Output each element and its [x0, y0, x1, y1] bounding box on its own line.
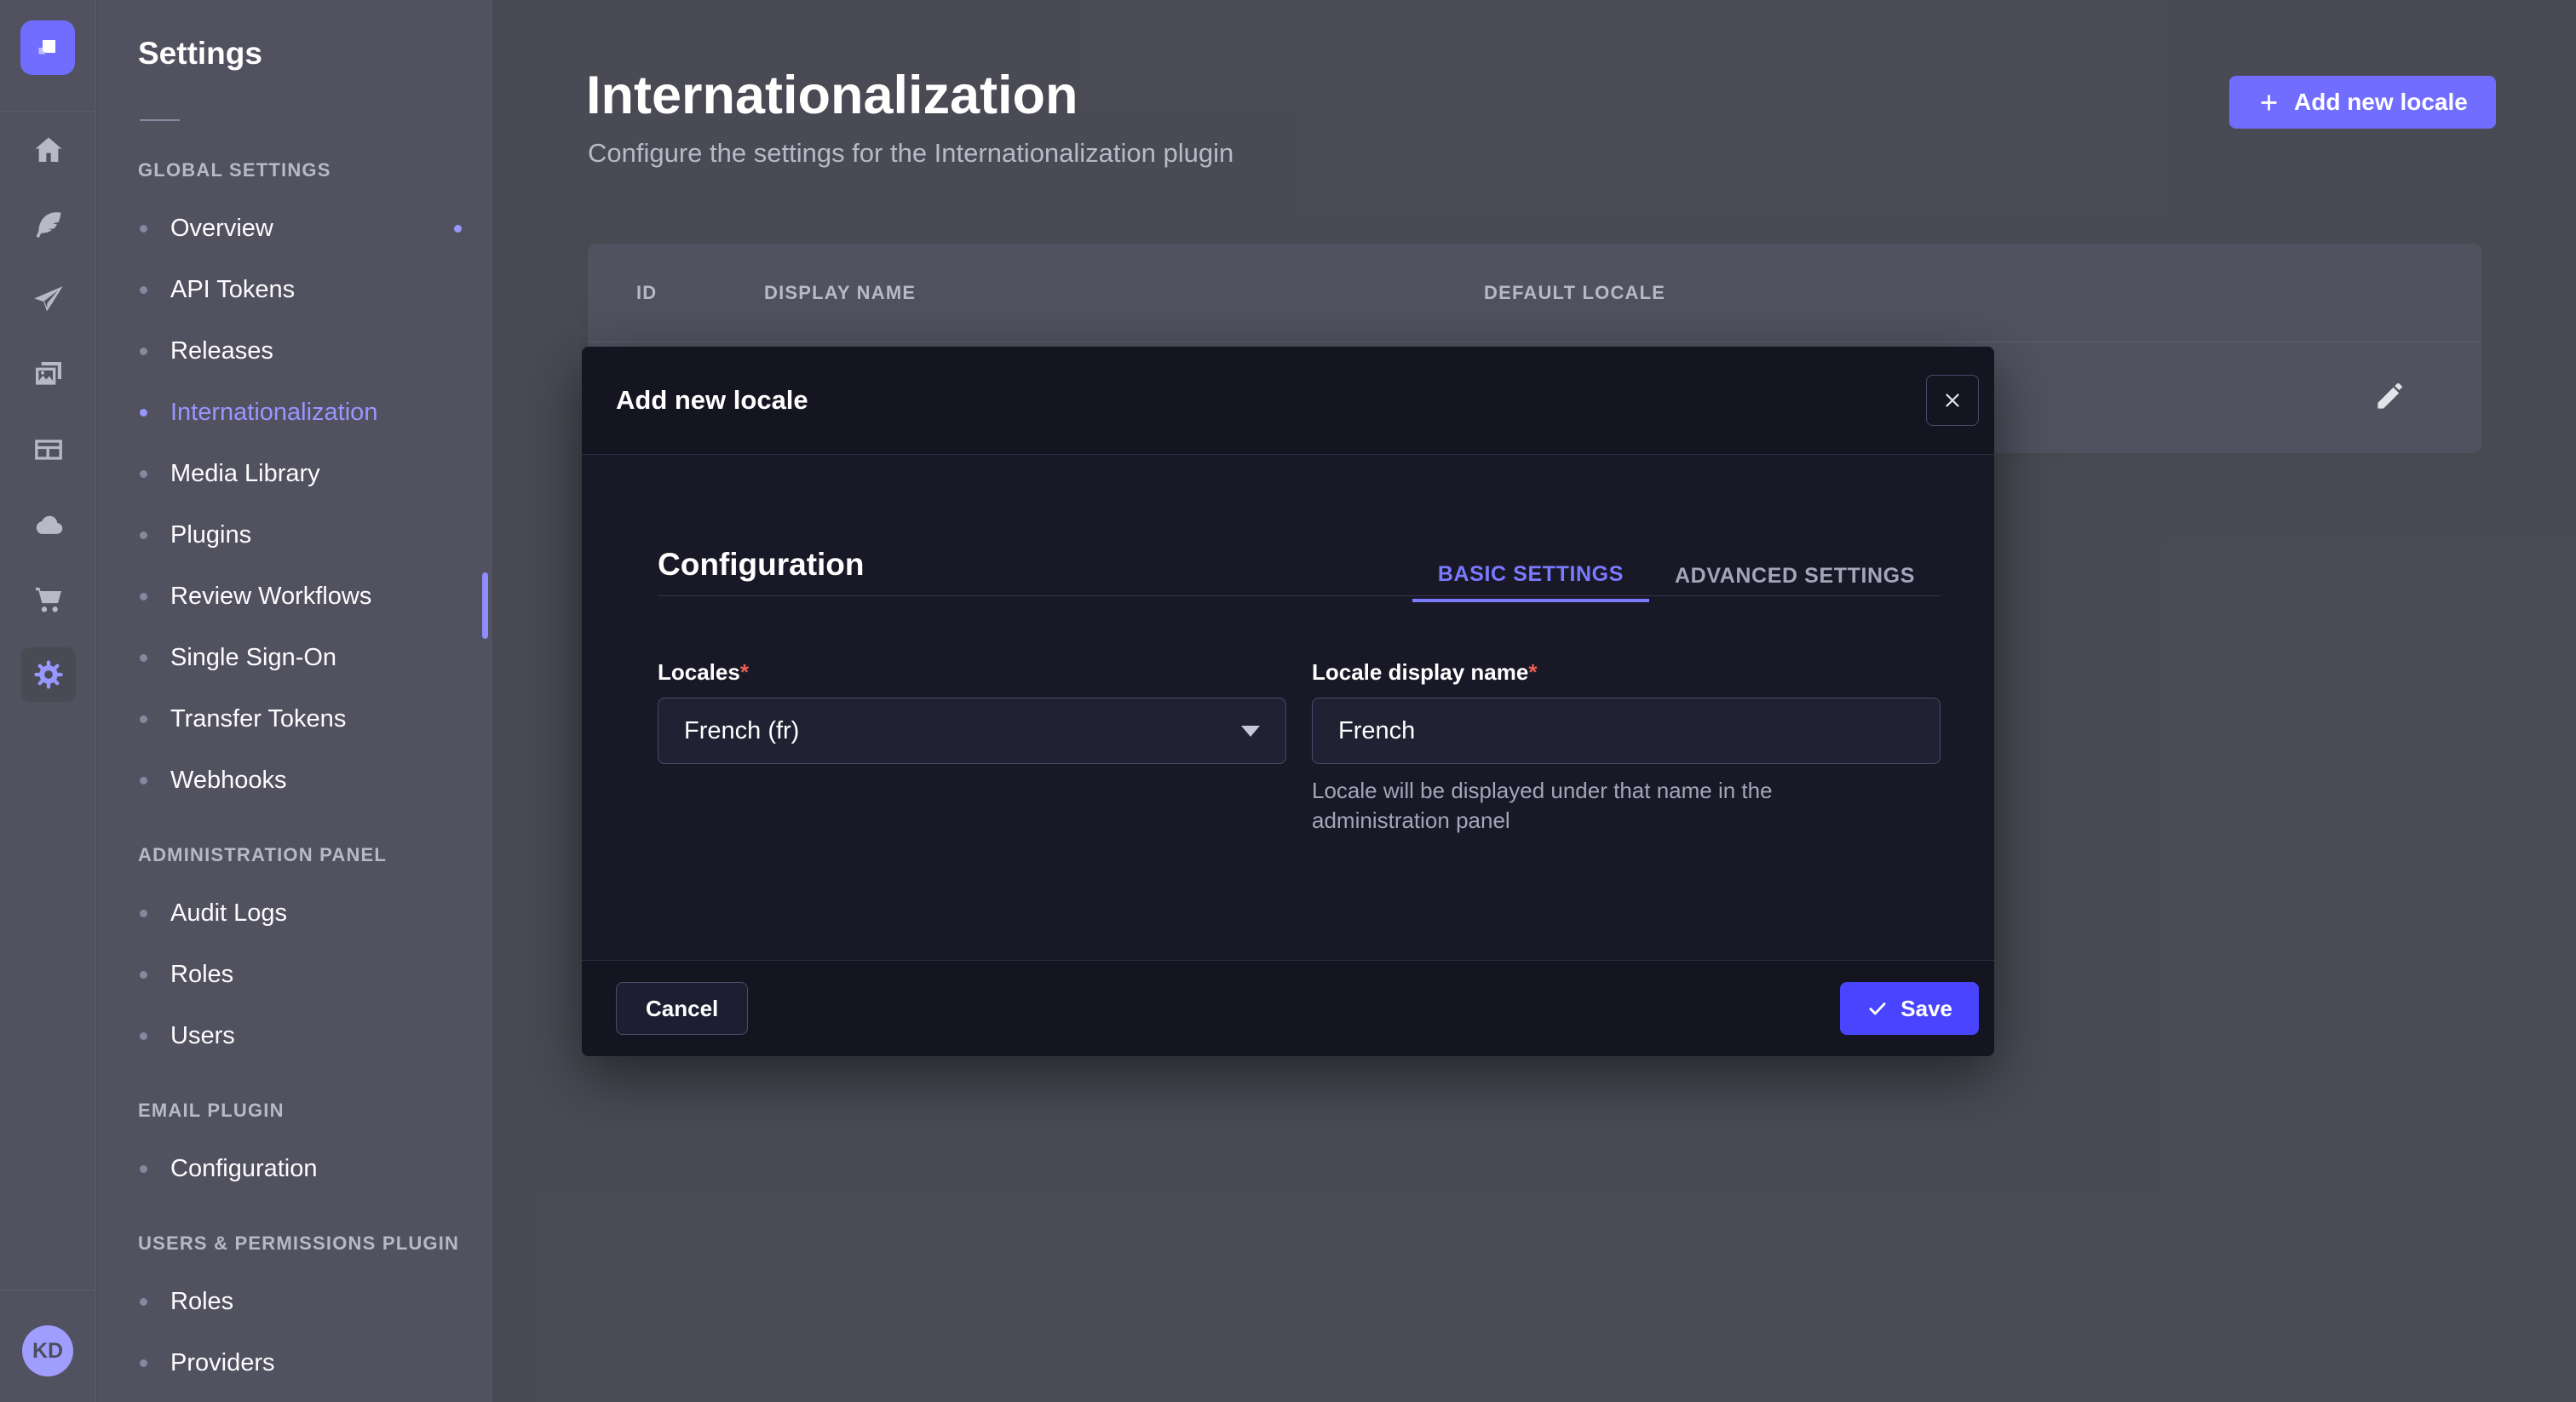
cancel-button[interactable]: Cancel [616, 982, 748, 1035]
chevron-down-icon [1241, 726, 1260, 737]
save-label: Save [1900, 996, 1952, 1022]
display-name-helper-text: Locale will be displayed under that name… [1312, 776, 1900, 836]
close-modal-button[interactable] [1926, 375, 1979, 426]
locales-selected-value: French (fr) [684, 717, 799, 745]
tabs-divider [658, 595, 1941, 596]
configuration-section-title: Configuration [658, 547, 865, 583]
required-asterisk: * [1528, 659, 1537, 685]
strapi-admin-app: KD Settings GLOBAL SETTINGS Overview API… [0, 0, 2576, 1402]
modal-title: Add new locale [616, 385, 808, 416]
locale-form-fields: Locales* French (fr) Locale display name… [658, 659, 1941, 836]
modal-body: Configuration BASIC SETTINGS ADVANCED SE… [582, 455, 1994, 960]
display-name-field: Locale display name* Locale will be disp… [1312, 659, 1941, 836]
locales-label: Locales* [658, 659, 1286, 686]
save-button[interactable]: Save [1840, 982, 1979, 1035]
locales-field: Locales* French (fr) [658, 659, 1286, 836]
close-icon [1941, 389, 1964, 411]
display-name-label: Locale display name* [1312, 659, 1941, 686]
add-locale-modal: Add new locale Configuration BASIC SETTI… [582, 347, 1994, 1056]
modal-footer: Cancel Save [582, 960, 1994, 1056]
modal-header: Add new locale [582, 347, 1994, 455]
check-icon [1866, 997, 1889, 1020]
locales-select[interactable]: French (fr) [658, 698, 1286, 764]
required-asterisk: * [740, 659, 749, 685]
display-name-input[interactable] [1312, 698, 1941, 764]
